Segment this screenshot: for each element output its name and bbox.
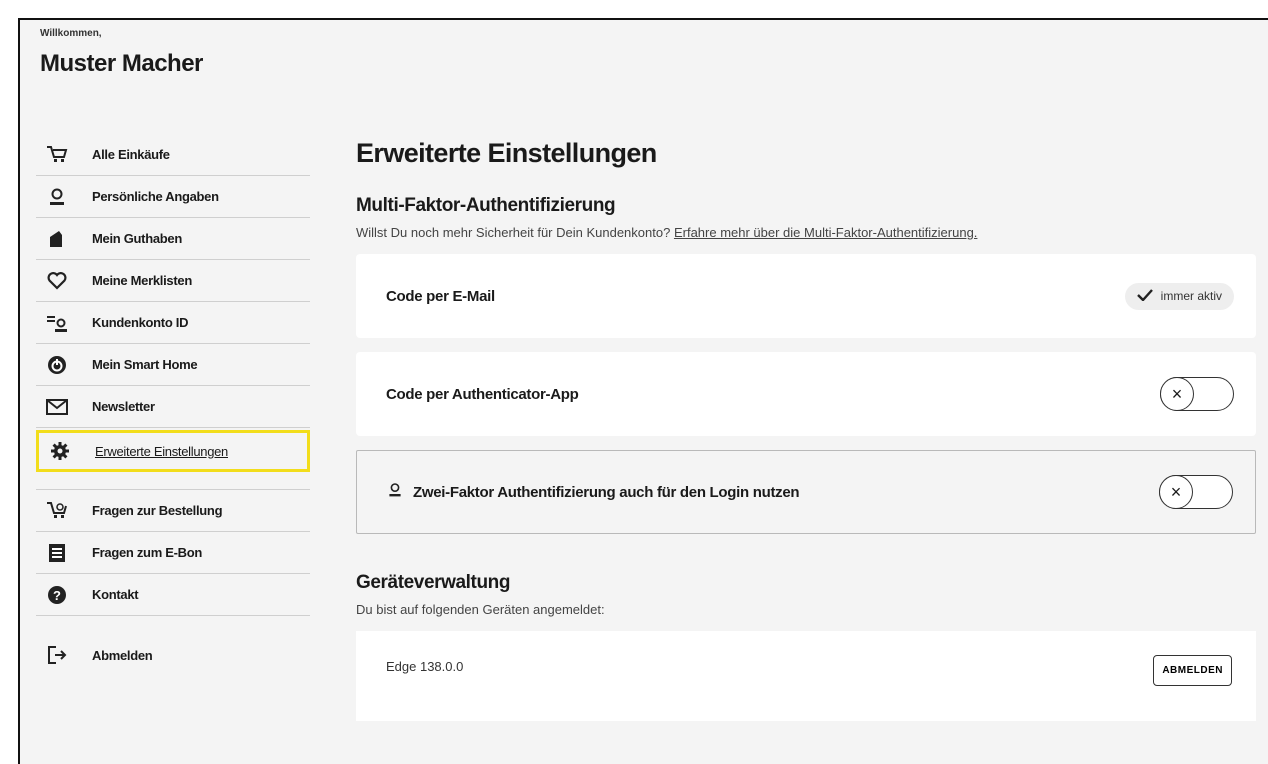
sidebar-item-label: Meine Merklisten — [92, 273, 192, 288]
devices-section-title: Geräteverwaltung — [356, 572, 511, 593]
sidebar-item-newsletter[interactable]: Newsletter — [36, 386, 310, 428]
sidebar: Alle Einkäufe Persönliche Angaben Mein G… — [36, 134, 310, 676]
status-badge: immer aktiv — [1124, 282, 1234, 310]
user-icon — [46, 186, 68, 208]
sidebar-item-balance[interactable]: Mein Guthaben — [36, 218, 310, 260]
user-icon — [387, 482, 403, 502]
sidebar-item-label: Persönliche Angaben — [92, 189, 219, 204]
sidebar-item-contact[interactable]: ? Kontakt — [36, 574, 310, 616]
sidebar-item-ebon-questions[interactable]: Fragen zum E-Bon — [36, 532, 310, 574]
mfa-option-label: Zwei-Faktor Authentifizierung auch für d… — [413, 483, 800, 501]
sidebar-item-smart-home[interactable]: Mein Smart Home — [36, 344, 310, 386]
mfa-option-label: Code per E-Mail — [386, 287, 495, 305]
sidebar-item-logout[interactable]: Abmelden — [36, 634, 310, 676]
logout-icon — [46, 644, 68, 666]
checkmark-icon — [1136, 288, 1153, 304]
sidebar-divider — [36, 472, 310, 490]
mfa-learn-more-link[interactable]: Erfahre mehr über die Multi-Faktor-Authe… — [674, 225, 977, 240]
mfa-description: Willst Du noch mehr Sicherheit für Dein … — [356, 225, 1256, 240]
sidebar-item-order-questions[interactable]: Fragen zur Bestellung — [36, 490, 310, 532]
devices-description: Du bist auf folgenden Geräten angemeldet… — [356, 602, 605, 617]
svg-text:?: ? — [53, 588, 61, 603]
sidebar-item-label: Mein Guthaben — [92, 231, 182, 246]
mfa-option-authenticator: Code per Authenticator-App × — [356, 352, 1256, 436]
close-icon: × — [1159, 475, 1193, 509]
device-logout-button[interactable]: ABMELDEN — [1153, 655, 1232, 686]
sidebar-item-account-id[interactable]: Kundenkonto ID — [36, 302, 310, 344]
envelope-icon — [46, 396, 68, 418]
app-frame: Willkommen, Muster Macher Alle Einkäufe … — [18, 18, 1268, 764]
mfa-section-title: Multi-Faktor-Authentifizierung — [356, 195, 616, 216]
question-icon: ? — [46, 584, 68, 606]
receipt-icon — [46, 542, 68, 564]
mfa-option-label: Code per Authenticator-App — [386, 385, 579, 403]
gear-icon — [49, 440, 71, 462]
sidebar-item-personal-data[interactable]: Persönliche Angaben — [36, 176, 310, 218]
close-icon: × — [1160, 377, 1194, 411]
sidebar-item-label: Kundenkonto ID — [92, 315, 189, 330]
status-badge-label: immer aktiv — [1160, 289, 1222, 303]
sidebar-item-advanced-settings[interactable]: Erweiterte Einstellungen — [36, 430, 310, 472]
sidebar-item-wishlists[interactable]: Meine Merklisten — [36, 260, 310, 302]
mfa-option-login: Zwei-Faktor Authentifizierung auch für d… — [356, 450, 1256, 534]
wallet-icon — [46, 228, 68, 250]
user-name: Muster Macher — [40, 50, 203, 77]
page-title: Erweiterte Einstellungen — [356, 138, 657, 168]
sidebar-item-label: Abmelden — [92, 647, 153, 663]
smart-home-icon — [46, 354, 68, 376]
sidebar-item-label: Kontakt — [92, 587, 139, 602]
sidebar-item-label: Alle Einkäufe — [92, 147, 170, 162]
welcome-text: Willkommen, — [40, 28, 102, 39]
authenticator-toggle[interactable]: × — [1160, 377, 1234, 411]
sidebar-item-label: Fragen zur Bestellung — [92, 503, 223, 518]
sidebar-item-label: Newsletter — [92, 399, 155, 414]
mfa-option-label-wrap: Zwei-Faktor Authentifizierung auch für d… — [387, 482, 800, 502]
sidebar-item-label: Erweiterte Einstellungen — [95, 443, 228, 459]
device-row: Edge 138.0.0 ABMELDEN — [356, 631, 1256, 721]
sidebar-item-all-purchases[interactable]: Alle Einkäufe — [36, 134, 310, 176]
id-card-icon — [46, 312, 68, 334]
cart-icon — [46, 144, 68, 166]
main-content: Erweiterte Einstellungen Multi-Faktor-Au… — [356, 132, 1256, 721]
device-name: Edge 138.0.0 — [386, 659, 464, 674]
heart-icon — [46, 270, 68, 292]
sidebar-item-label: Fragen zum E-Bon — [92, 545, 203, 560]
sidebar-item-label: Mein Smart Home — [92, 357, 198, 372]
cart-at-icon — [46, 500, 68, 522]
mfa-description-text: Willst Du noch mehr Sicherheit für Dein … — [356, 225, 671, 240]
login-2fa-toggle[interactable]: × — [1159, 475, 1233, 509]
mfa-option-email: Code per E-Mail immer aktiv — [356, 254, 1256, 338]
